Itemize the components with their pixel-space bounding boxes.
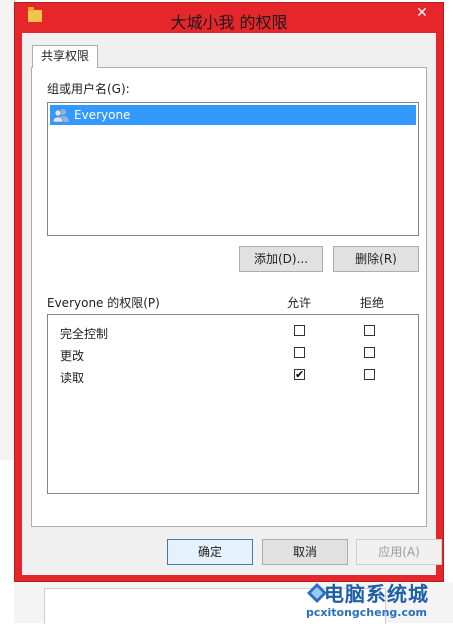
permissions-title: Everyone 的权限(P) — [47, 296, 160, 310]
dialog-client-area: 共享权限 组或用户名(G): Everyone 添加(D)... 删除(R) E… — [22, 33, 442, 575]
permission-name: 读取 — [60, 371, 85, 385]
permission-row-full-control: 完全控制 — [48, 321, 418, 343]
deny-checkbox[interactable] — [364, 369, 375, 380]
permissions-list: 完全控制 更改 读取 ✔ — [47, 314, 419, 494]
watermark: 电脑系统城 pcxitongcheng.com — [306, 576, 453, 623]
allow-checkbox[interactable]: ✔ — [294, 369, 305, 380]
permission-name: 完全控制 — [60, 327, 109, 341]
allow-checkbox[interactable] — [294, 325, 305, 336]
user-list[interactable]: Everyone — [47, 102, 419, 236]
permission-name: 更改 — [60, 349, 85, 363]
cancel-button[interactable]: 取消 — [262, 539, 348, 565]
title-bar[interactable]: 大城小我 的权限 ✕ — [15, 3, 443, 33]
allow-checkbox[interactable] — [294, 347, 305, 358]
user-name: Everyone — [74, 108, 131, 122]
add-button[interactable]: 添加(D)... — [239, 246, 323, 272]
close-button[interactable]: ✕ — [407, 3, 437, 23]
deny-checkbox[interactable] — [364, 325, 375, 336]
remove-button[interactable]: 删除(R) — [333, 246, 419, 272]
list-item-user[interactable]: Everyone — [50, 105, 416, 125]
allow-column-header: 允许 — [287, 296, 312, 310]
tab-share-permissions[interactable]: 共享权限 — [32, 45, 99, 68]
apply-button[interactable]: 应用(A) — [356, 539, 442, 565]
permission-row-read: 读取 ✔ — [48, 365, 418, 387]
deny-column-header: 拒绝 — [360, 296, 385, 310]
users-icon — [52, 109, 69, 123]
watermark-url: pcxitongcheng.com — [306, 606, 428, 619]
watermark-title: 电脑系统城 — [324, 582, 429, 606]
permissions-dialog: 大城小我 的权限 ✕ 共享权限 组或用户名(G): Everyone 添加(D)… — [14, 2, 444, 582]
permission-row-change: 更改 — [48, 343, 418, 365]
ok-button[interactable]: 确定 — [167, 539, 253, 565]
background-window-edge — [0, 0, 15, 460]
dialog-title: 大城小我 的权限 — [170, 13, 288, 32]
group-user-label: 组或用户名(G): — [47, 82, 130, 96]
tab-panel: 组或用户名(G): Everyone 添加(D)... 删除(R) Everyo… — [31, 67, 427, 527]
deny-checkbox[interactable] — [364, 347, 375, 358]
